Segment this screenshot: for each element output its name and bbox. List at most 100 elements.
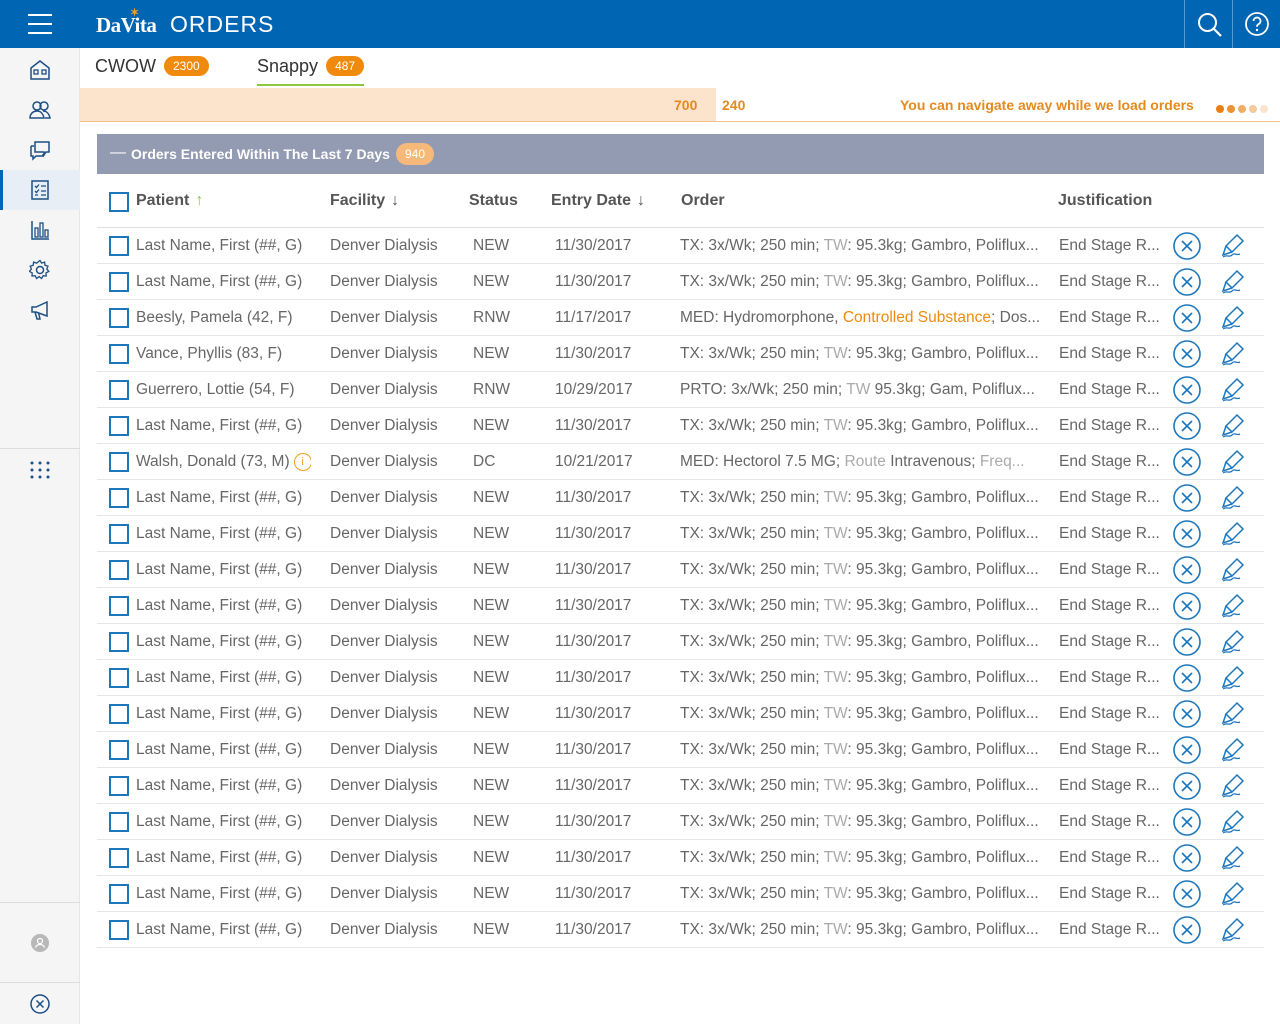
row-checkbox[interactable] (109, 668, 129, 688)
order-cell[interactable]: TX: 3x/Wk; 250 min; TW: 95.3kg; Gambro, … (680, 489, 1052, 507)
row-checkbox[interactable] (109, 488, 129, 508)
group-header[interactable]: — Orders Entered Within The Last 7 Days … (97, 134, 1264, 174)
sign-pen-icon[interactable] (1220, 556, 1248, 589)
patient-cell[interactable]: Last Name, First (##, G) (136, 921, 311, 939)
patient-cell[interactable]: Last Name, First (##, G) (136, 525, 311, 543)
row-checkbox[interactable] (109, 848, 129, 868)
table-row[interactable]: Last Name, First (##, G) Denver Dialysis N… (97, 516, 1264, 552)
row-checkbox[interactable] (109, 236, 129, 256)
sidebar-close[interactable] (0, 984, 80, 1024)
sidebar-user[interactable] (0, 923, 80, 963)
row-checkbox[interactable] (109, 884, 129, 904)
table-row[interactable]: Last Name, First (##, G) Denver Dialysis N… (97, 588, 1264, 624)
tab-cwow[interactable]: CWOW 2300 (95, 56, 209, 86)
table-row[interactable]: Last Name, First (##, G) Denver Dialysis N… (97, 840, 1264, 876)
order-cell[interactable]: TX: 3x/Wk; 250 min; TW: 95.3kg; Gambro, … (680, 921, 1052, 939)
table-row[interactable]: Last Name, First (##, G) Denver Dialysis N… (97, 228, 1264, 264)
table-row[interactable]: Vance, Phyllis (83, F) Denver Dialysis NEW… (97, 336, 1264, 372)
table-row[interactable]: Last Name, First (##, G) Denver Dialysis N… (97, 552, 1264, 588)
sign-pen-icon[interactable] (1220, 268, 1248, 301)
table-row[interactable]: Last Name, First (##, G) Denver Dialysis N… (97, 480, 1264, 516)
order-cell[interactable]: TX: 3x/Wk; 250 min; TW: 95.3kg; Gambro, … (680, 597, 1052, 615)
row-checkbox[interactable] (109, 740, 129, 760)
table-row[interactable]: Guerrero, Lottie (54, F) Denver Dialysis R… (97, 372, 1264, 408)
sign-pen-icon[interactable] (1220, 880, 1248, 913)
cancel-circle-icon[interactable] (1172, 267, 1202, 302)
column-facility[interactable]: Facility ↓ (330, 192, 399, 210)
table-row[interactable]: Last Name, First (##, G) Denver Dialysis N… (97, 264, 1264, 300)
column-status[interactable]: Status (469, 192, 518, 210)
patient-cell[interactable]: Vance, Phyllis (83, F) (136, 345, 311, 363)
cancel-circle-icon[interactable] (1172, 771, 1202, 806)
table-row[interactable]: Last Name, First (##, G) Denver Dialysis N… (97, 696, 1264, 732)
cancel-circle-icon[interactable] (1172, 735, 1202, 770)
table-row[interactable]: Last Name, First (##, G) Denver Dialysis N… (97, 912, 1264, 948)
patient-cell[interactable]: Last Name, First (##, G) (136, 237, 311, 255)
row-checkbox[interactable] (109, 344, 129, 364)
order-cell[interactable]: TX: 3x/Wk; 250 min; TW: 95.3kg; Gambro, … (680, 669, 1052, 687)
sign-pen-icon[interactable] (1220, 844, 1248, 877)
row-checkbox[interactable] (109, 380, 129, 400)
order-cell[interactable]: TX: 3x/Wk; 250 min; TW: 95.3kg; Gambro, … (680, 417, 1052, 435)
sign-pen-icon[interactable] (1220, 448, 1248, 481)
sign-pen-icon[interactable] (1220, 808, 1248, 841)
sign-pen-icon[interactable] (1220, 772, 1248, 805)
order-cell[interactable]: TX: 3x/Wk; 250 min; TW: 95.3kg; Gambro, … (680, 885, 1052, 903)
cancel-circle-icon[interactable] (1172, 915, 1202, 950)
table-row[interactable]: Walsh, Donald (73, M) i Denver Dialysis DC 1… (97, 444, 1264, 480)
cancel-circle-icon[interactable] (1172, 483, 1202, 518)
table-row[interactable]: Last Name, First (##, G) Denver Dialysis N… (97, 768, 1264, 804)
patient-cell[interactable]: Last Name, First (##, G) (136, 885, 311, 903)
patient-cell[interactable]: Walsh, Donald (73, M) i (136, 453, 311, 471)
sidebar-item-reports[interactable] (0, 210, 80, 250)
row-checkbox[interactable] (109, 596, 129, 616)
row-checkbox[interactable] (109, 632, 129, 652)
order-cell[interactable]: TX: 3x/Wk; 250 min; TW: 95.3kg; Gambro, … (680, 273, 1052, 291)
order-cell[interactable]: PRTO: 3x/Wk; 250 min; TW 95.3kg; Gam, Po… (680, 381, 1052, 399)
table-row[interactable]: Last Name, First (##, G) Denver Dialysis N… (97, 876, 1264, 912)
cancel-circle-icon[interactable] (1172, 555, 1202, 590)
patient-cell[interactable]: Last Name, First (##, G) (136, 705, 311, 723)
cancel-circle-icon[interactable] (1172, 303, 1202, 338)
patient-cell[interactable]: Beesly, Pamela (42, F) (136, 309, 311, 327)
info-icon[interactable]: i (293, 453, 311, 471)
sidebar-item-orders[interactable] (0, 170, 80, 210)
order-cell[interactable]: TX: 3x/Wk; 250 min; TW: 95.3kg; Gambro, … (680, 345, 1052, 363)
patient-cell[interactable]: Last Name, First (##, G) (136, 273, 311, 291)
patient-cell[interactable]: Last Name, First (##, G) (136, 741, 311, 759)
patient-cell[interactable]: Last Name, First (##, G) (136, 633, 311, 651)
sign-pen-icon[interactable] (1220, 700, 1248, 733)
search-button[interactable] (1184, 0, 1232, 48)
row-checkbox[interactable] (109, 704, 129, 724)
row-checkbox[interactable] (109, 272, 129, 292)
order-cell[interactable]: TX: 3x/Wk; 250 min; TW: 95.3kg; Gambro, … (680, 849, 1052, 867)
sign-pen-icon[interactable] (1220, 592, 1248, 625)
sidebar-item-announcements[interactable] (0, 290, 80, 330)
cancel-circle-icon[interactable] (1172, 519, 1202, 554)
patient-cell[interactable]: Last Name, First (##, G) (136, 489, 311, 507)
sign-pen-icon[interactable] (1220, 664, 1248, 697)
sidebar-item-apps[interactable] (0, 450, 80, 490)
order-cell[interactable]: TX: 3x/Wk; 250 min; TW: 95.3kg; Gambro, … (680, 741, 1052, 759)
patient-cell[interactable]: Last Name, First (##, G) (136, 849, 311, 867)
table-row[interactable]: Last Name, First (##, G) Denver Dialysis N… (97, 732, 1264, 768)
cancel-circle-icon[interactable] (1172, 843, 1202, 878)
sidebar-item-messages[interactable] (0, 130, 80, 170)
row-checkbox[interactable] (109, 452, 129, 472)
patient-cell[interactable]: Last Name, First (##, G) (136, 669, 311, 687)
order-cell[interactable]: TX: 3x/Wk; 250 min; TW: 95.3kg; Gambro, … (680, 561, 1052, 579)
table-row[interactable]: Last Name, First (##, G) Denver Dialysis N… (97, 408, 1264, 444)
cancel-circle-icon[interactable] (1172, 447, 1202, 482)
table-row[interactable]: Last Name, First (##, G) Denver Dialysis N… (97, 660, 1264, 696)
sign-pen-icon[interactable] (1220, 736, 1248, 769)
sign-pen-icon[interactable] (1220, 232, 1248, 265)
table-row[interactable]: Last Name, First (##, G) Denver Dialysis N… (97, 624, 1264, 660)
row-checkbox[interactable] (109, 416, 129, 436)
table-row[interactable]: Beesly, Pamela (42, F) Denver Dialysis RNW… (97, 300, 1264, 336)
patient-cell[interactable]: Last Name, First (##, G) (136, 777, 311, 795)
column-entry-date[interactable]: Entry Date ↓ (551, 192, 645, 210)
row-checkbox[interactable] (109, 776, 129, 796)
cancel-circle-icon[interactable] (1172, 807, 1202, 842)
order-cell[interactable]: TX: 3x/Wk; 250 min; TW: 95.3kg; Gambro, … (680, 525, 1052, 543)
sign-pen-icon[interactable] (1220, 412, 1248, 445)
